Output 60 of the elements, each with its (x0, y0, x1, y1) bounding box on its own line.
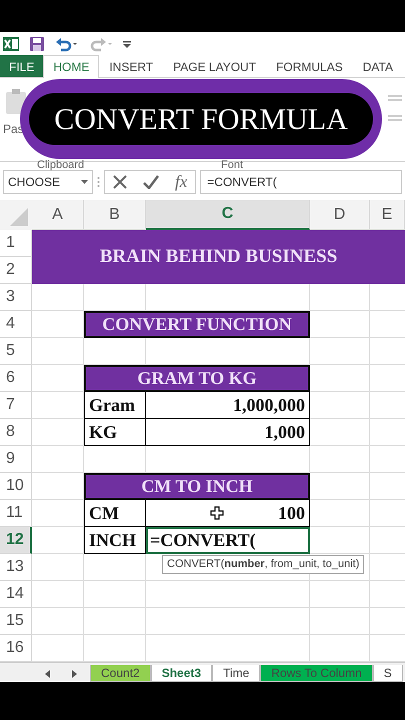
ribbon-tab[interactable]: INSERT (99, 55, 164, 77)
row-header[interactable]: 9 (0, 446, 32, 473)
column-header[interactable]: A (32, 200, 84, 230)
sheet-nav-icon[interactable] (44, 669, 78, 679)
row-header[interactable]: 14 (0, 581, 32, 608)
row-header[interactable]: 16 (0, 635, 32, 662)
row-header[interactable]: 10 (0, 473, 32, 500)
table-cell[interactable]: 100 (146, 500, 310, 527)
table-cell: Gram (84, 392, 146, 419)
sheet-tab[interactable]: Time (212, 665, 260, 682)
sheet-tab[interactable]: S (372, 665, 403, 682)
check-icon[interactable] (143, 175, 159, 189)
dropdown-caret-icon[interactable] (81, 180, 88, 184)
row-header[interactable]: 7 (0, 392, 32, 419)
column-header[interactable]: D (310, 200, 370, 230)
table-header: CONVERT FUNCTION (84, 311, 310, 338)
function-tooltip: CONVERT(number, from_unit, to_unit) (162, 555, 364, 574)
ribbon-tab[interactable]: FORMULAS (266, 55, 353, 77)
cancel-icon[interactable] (113, 175, 127, 189)
column-header[interactable]: B (84, 200, 146, 230)
row-header[interactable]: 12 (0, 527, 32, 554)
sheet-tab[interactable]: Sheet3 (150, 665, 212, 682)
row-header[interactable]: 3 (0, 284, 32, 311)
column-header[interactable]: C (146, 200, 310, 230)
table-cell: KG (84, 419, 146, 446)
column-header[interactable]: E (370, 200, 405, 230)
ribbon-tab[interactable]: DATA (352, 55, 403, 77)
overlay-title: CONVERT FORMULA (29, 93, 373, 145)
table-header: GRAM TO KG (84, 365, 310, 392)
insert-function-button[interactable]: fx (175, 169, 188, 195)
table-header: CM TO INCH (84, 473, 310, 500)
ribbon-tab[interactable]: HOME (43, 55, 100, 78)
row-header[interactable]: 15 (0, 608, 32, 635)
table-cell[interactable]: =CONVERT( (146, 527, 310, 554)
row-header[interactable]: 5 (0, 338, 32, 365)
row-header[interactable]: 6 (0, 365, 32, 392)
ribbon-tab[interactable]: PAGE LAYOUT (163, 55, 266, 77)
table-cell: CM (84, 500, 146, 527)
row-header[interactable]: 11 (0, 500, 32, 527)
banner-title: BRAIN BEHIND BUSINESS (32, 230, 405, 284)
name-box[interactable]: CHOOSE (3, 170, 93, 194)
customize-icon[interactable] (123, 38, 131, 48)
save-icon[interactable] (29, 36, 45, 52)
ribbon-tab[interactable]: FILE (0, 55, 44, 77)
formula-field[interactable]: =CONVERT( (200, 170, 402, 194)
row-header[interactable]: 13 (0, 554, 32, 581)
row-header[interactable]: 2 (0, 257, 32, 284)
undo-icon[interactable] (55, 36, 79, 52)
table-cell: INCH (84, 527, 146, 554)
grip-icon (97, 176, 100, 188)
row-header[interactable]: 8 (0, 419, 32, 446)
sheet-tab[interactable]: Count2 (90, 665, 151, 682)
table-cell[interactable]: 1,000,000 (146, 392, 310, 419)
paste-icon[interactable] (4, 86, 28, 116)
group-label: Font (221, 160, 244, 171)
row-header[interactable]: 1 (0, 230, 32, 257)
table-cell[interactable]: 1,000 (146, 419, 310, 446)
group-label: Clipboard (37, 160, 84, 171)
spreadsheet-app-icon[interactable] (3, 36, 19, 52)
row-header[interactable]: 4 (0, 311, 32, 338)
